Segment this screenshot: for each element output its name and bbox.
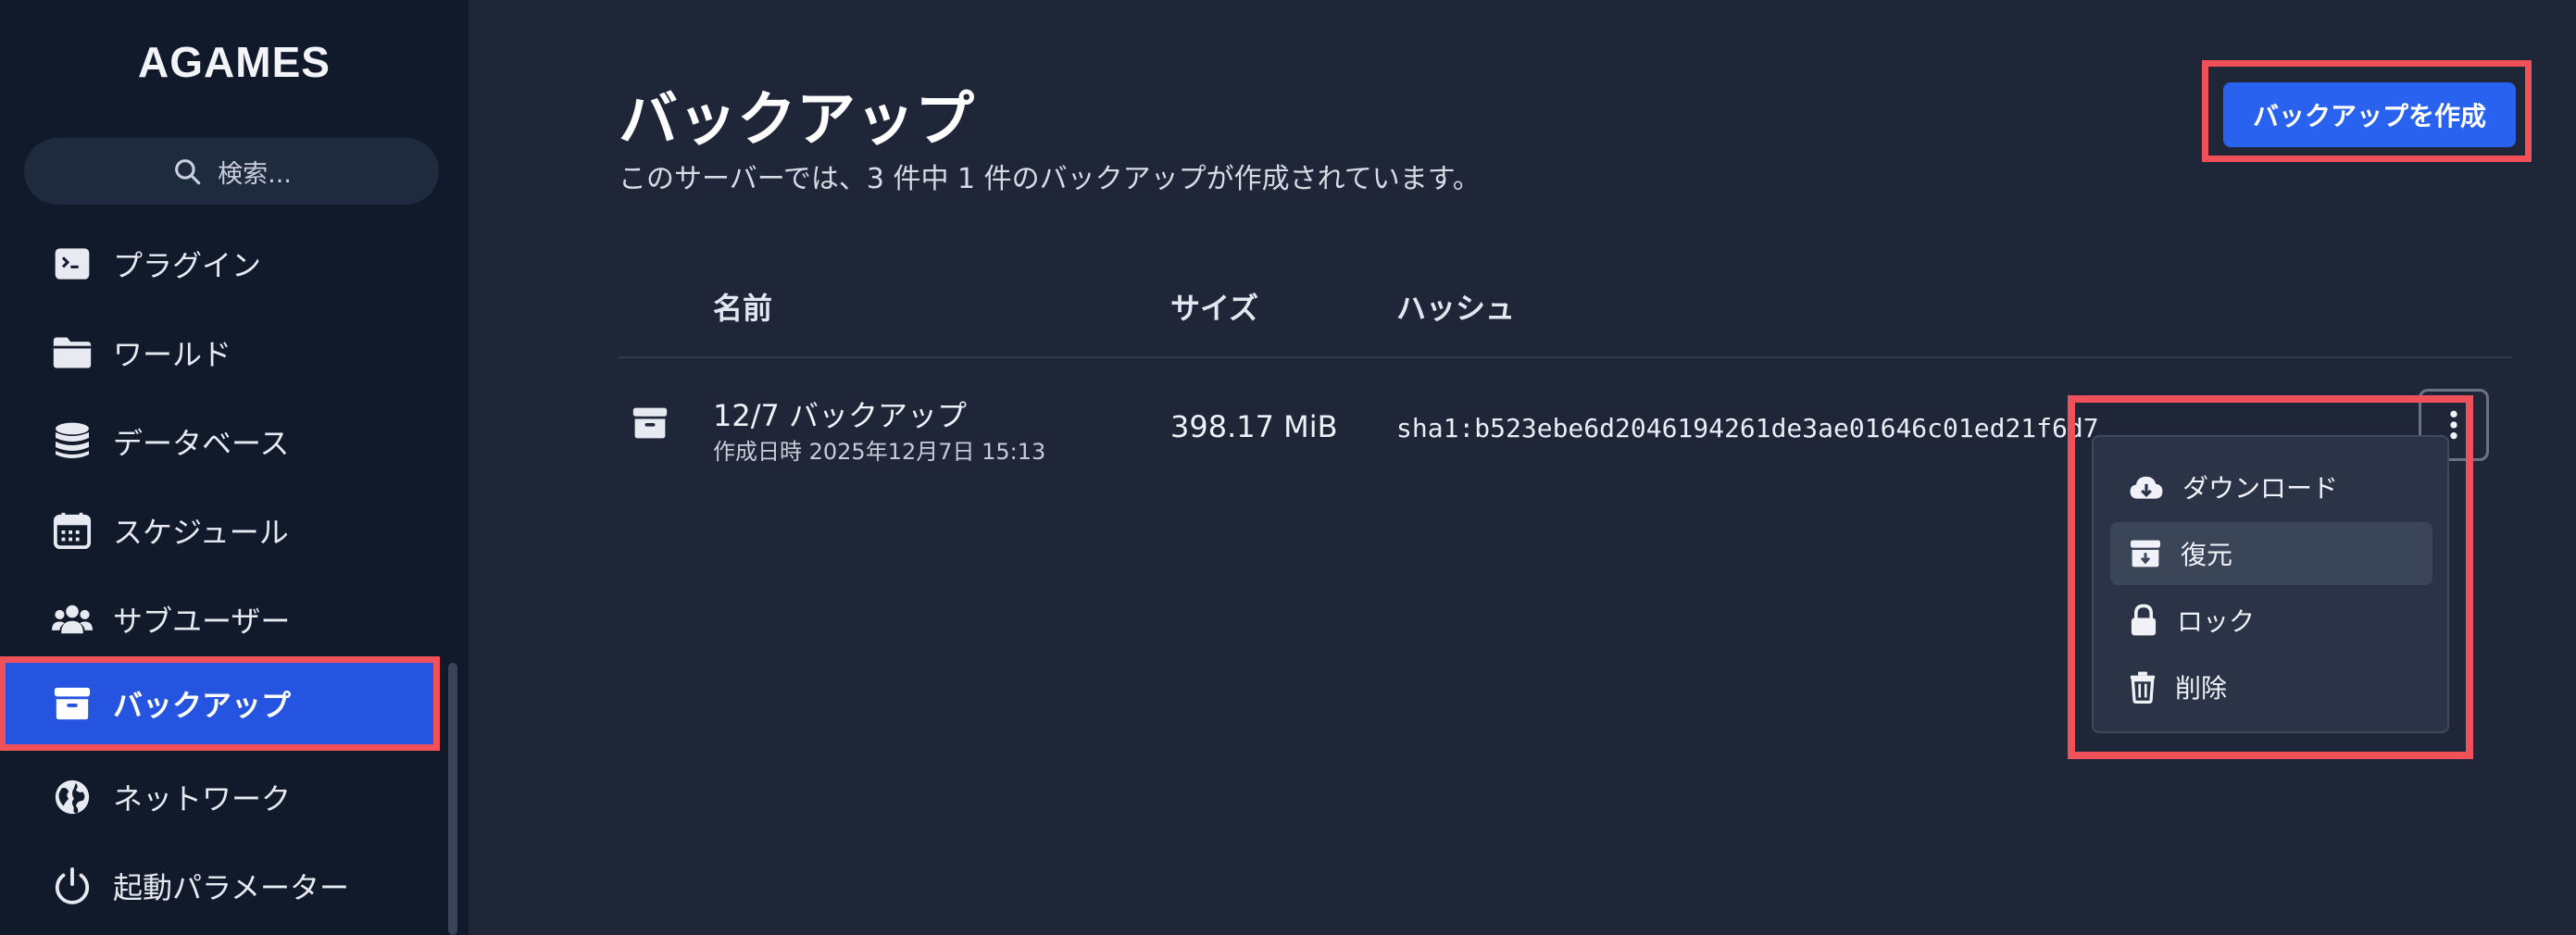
sidebar-item-label: プラグイン [113, 248, 262, 283]
sidebar-item-subusers[interactable]: サブユーザー [52, 592, 290, 647]
folder-icon [52, 332, 93, 373]
app-logo[interactable]: AGAMES [0, 37, 469, 87]
context-menu-highlight [2068, 395, 2473, 759]
globe-icon [52, 777, 93, 817]
column-header-name: 名前 [713, 291, 773, 326]
sidebar-item-backups-inner: バックアップ [52, 676, 291, 731]
archive-icon [52, 683, 93, 724]
page-subtitle: このサーバーでは、3 件中 1 件のバックアップが作成されています。 [619, 163, 1481, 195]
create-button-highlight: バックアップを作成 [2202, 60, 2532, 162]
sidebar-item-label: 起動パラメーター [113, 870, 350, 905]
database-icon [52, 421, 93, 462]
sidebar-item-schedules[interactable]: スケジュール [52, 503, 289, 558]
sidebar-item-startup[interactable]: 起動パラメーター [52, 858, 349, 914]
backup-size: 398.17 MiB [1170, 409, 1338, 444]
column-header-size: サイズ [1170, 291, 1259, 326]
sidebar-item-label: バックアップ [113, 688, 292, 723]
sidebar-item-plugins[interactable]: プラグイン [52, 236, 261, 292]
sidebar-item-label: スケジュール [113, 515, 289, 550]
backup-name: 12/7 バックアップ [713, 398, 968, 433]
column-header-hash: ハッシュ [1396, 291, 1516, 326]
create-backup-button[interactable]: バックアップを作成 [2223, 82, 2516, 147]
terminal-icon [52, 243, 93, 284]
search-icon [175, 159, 201, 185]
users-icon [52, 599, 93, 640]
sidebar: AGAMES 検索... プラグイン ワールド データベース スケジュール サブ… [0, 0, 469, 935]
sidebar-item-backups[interactable]: バックアップ [6, 663, 433, 744]
sidebar-item-network[interactable]: ネットワーク [52, 769, 291, 825]
sidebar-item-label: データベース [113, 426, 290, 461]
sidebar-item-label: ワールド [113, 337, 232, 372]
backup-created-date: 作成日時 2025年12月7日 15:13 [713, 439, 1046, 465]
sidebar-item-worlds[interactable]: ワールド [52, 325, 231, 380]
table-divider [619, 356, 2513, 358]
search-placeholder: 検索... [218, 159, 292, 189]
sidebar-scrollbar[interactable] [448, 663, 457, 935]
sidebar-item-label: サブユーザー [113, 604, 291, 639]
sidebar-item-databases[interactable]: データベース [52, 414, 289, 469]
power-icon [52, 866, 93, 906]
sidebar-item-label: ネットワーク [113, 781, 292, 817]
backup-hash: sha1:b523ebe6d2046194261de3ae01646c01ed2… [1396, 413, 2099, 443]
archive-icon [631, 405, 669, 444]
search-input[interactable]: 検索... [24, 138, 439, 205]
calendar-icon [52, 510, 93, 551]
page-title: バックアップ [619, 86, 974, 155]
